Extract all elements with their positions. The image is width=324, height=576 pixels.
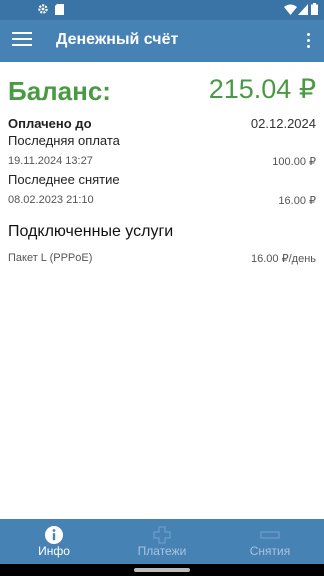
battery-icon [311,3,318,15]
last-payment-amount: 100.00 ₽ [272,156,316,168]
last-payment-label: Последняя оплата [8,133,120,148]
last-withdrawal-label: Последнее снятие [8,172,120,187]
service-name: Пакет L (PPPoE) [8,252,93,264]
bottom-navigation: Инфо Платежи Снятия [0,519,324,564]
nav-item-withdrawals[interactable]: Снятия [216,519,324,564]
system-navigation-bar [0,564,324,576]
info-icon [45,526,63,544]
home-gesture-handle[interactable] [134,568,190,572]
minus-icon [260,531,280,539]
nav-item-payments[interactable]: Платежи [108,519,216,564]
status-bar [0,0,324,20]
nav-label-info: Инфо [38,544,70,558]
nav-label-withdrawals: Снятия [249,544,291,558]
wifi-icon [284,4,297,15]
balance-value: 215.04 ₽ [208,74,316,104]
plus-icon [153,526,171,544]
sim-card-icon [55,4,64,15]
app-bar: Денежный счёт [0,20,324,62]
last-withdrawal-amount: 16.00 ₽ [278,195,316,207]
paid-until-date: 02.12.2024 [250,116,316,131]
service-price: 16.00 ₽/день [251,253,316,265]
services-title: Подключенные услуги [8,223,174,240]
menu-icon[interactable] [12,32,32,50]
nav-label-payments: Платежи [137,544,187,558]
signal-icon [298,4,308,15]
page-title: Денежный счёт [56,31,179,48]
nav-item-info[interactable]: Инфо [0,519,108,564]
settings-icon [38,4,48,14]
last-payment-datetime: 19.11.2024 13:27 [8,155,93,167]
balance-label: Баланс: [8,76,111,106]
last-withdrawal-datetime: 08.02.2023 21:10 [8,194,94,206]
more-vert-icon[interactable] [304,33,312,49]
paid-until-label: Оплачено до [8,116,92,131]
